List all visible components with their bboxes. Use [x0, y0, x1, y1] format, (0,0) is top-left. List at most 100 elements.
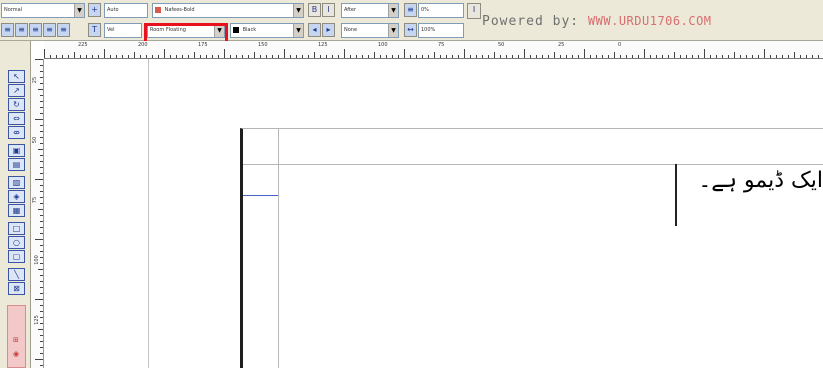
ruler-tick: [158, 55, 159, 58]
ruler-tick: [800, 55, 801, 58]
ruler-tick: [698, 55, 699, 58]
chevron-down-icon: ▼: [293, 24, 303, 37]
align-left-icon[interactable]: ≡: [29, 23, 42, 37]
ruler-tick: [40, 263, 43, 264]
unlink-icon[interactable]: ⇎: [8, 126, 25, 139]
ruler-tick: [40, 335, 43, 336]
link-icon[interactable]: ⇔: [8, 112, 25, 125]
image-icon[interactable]: ▨: [8, 176, 25, 189]
ruler-tick: [482, 55, 483, 58]
ruler-label: 25: [32, 76, 39, 84]
ruler-label: 100: [378, 42, 388, 48]
ruler-tick: [818, 55, 819, 58]
ungroup-icon[interactable]: ▦: [8, 204, 25, 217]
ruler-tick: [40, 107, 43, 108]
color-select-value: Black: [242, 27, 257, 33]
group-icon[interactable]: ◈: [8, 190, 25, 203]
ruler-tick: [794, 52, 795, 58]
scale-select[interactable]: 100%: [418, 23, 464, 38]
rotate-icon[interactable]: ↻: [8, 98, 25, 111]
frame-icon[interactable]: ▣: [8, 144, 25, 157]
ruler-tick: [506, 55, 507, 58]
ruler-tick: [524, 49, 525, 58]
crop-icon[interactable]: ⊠: [8, 282, 25, 295]
indent-icon[interactable]: ≡: [404, 3, 417, 17]
size-select[interactable]: Auto: [104, 3, 148, 18]
text-tool-icon[interactable]: T: [88, 23, 101, 37]
ruler-tick: [40, 143, 43, 144]
blue-guide-line[interactable]: [243, 195, 278, 196]
italic-label: I: [327, 5, 330, 14]
ruler-tick: [608, 55, 609, 58]
size2-select[interactable]: Vel: [104, 23, 142, 38]
ruler-tick: [770, 55, 771, 58]
ellipse-icon[interactable]: ○: [8, 236, 25, 249]
rounded-rect-icon[interactable]: ▢: [8, 250, 25, 263]
scale-icon[interactable]: ↔: [404, 23, 417, 37]
bold-label: B: [311, 5, 318, 14]
shrink-icon[interactable]: ◂: [308, 23, 321, 37]
after-select[interactable]: After ▼: [341, 3, 399, 18]
ruler-tick: [40, 221, 43, 222]
rectangle-icon[interactable]: □: [8, 222, 25, 235]
ruler-tick: [716, 55, 717, 58]
text-box-icon[interactable]: I: [467, 3, 481, 19]
ruler-tick: [92, 55, 93, 58]
ruler-tick: [230, 55, 231, 58]
ruler-tick: [152, 55, 153, 58]
ruler-tick: [176, 55, 177, 58]
ruler-tick: [40, 83, 43, 84]
justify-icon[interactable]: ≡: [43, 23, 56, 37]
ruler-tick: [40, 275, 43, 276]
ruler-tick: [40, 185, 43, 186]
ruler-tick: [266, 55, 267, 58]
ruler-tick: [40, 131, 43, 132]
ruler-tick: [122, 55, 123, 58]
align-right-icon[interactable]: ≡: [1, 23, 14, 37]
powered-by-site: WWW.URDU1706.COM: [587, 14, 712, 28]
ruler-tick: [40, 203, 43, 204]
expand-icon[interactable]: ▸: [322, 23, 335, 37]
ruler-tick: [35, 299, 43, 300]
ruler-tick: [40, 101, 43, 102]
color-select[interactable]: Black ▼: [230, 23, 304, 38]
vertical-ruler[interactable]: 25 50 75 100 125: [31, 59, 44, 368]
ruler-tick: [140, 55, 141, 58]
none-select-value: None: [344, 27, 358, 33]
vertical-guide-line[interactable]: [148, 59, 149, 368]
distribute-icon[interactable]: ≡: [57, 23, 70, 37]
ruler-tick: [38, 149, 43, 150]
pointer-icon[interactable]: ↖: [8, 70, 25, 83]
urdu-keyboard-panel[interactable]: ⊞ ◉: [7, 305, 26, 368]
ruler-label: 50: [498, 42, 505, 48]
percent-select[interactable]: 0%: [418, 3, 464, 18]
ruler-tick: [326, 55, 327, 58]
none-select[interactable]: None ▼: [341, 23, 399, 38]
ruler-tick: [74, 52, 75, 58]
ruler-tick: [656, 55, 657, 58]
ruler-tick: [410, 55, 411, 58]
layer-icon[interactable]: ▤: [8, 158, 25, 171]
select-icon[interactable]: ↗: [8, 84, 25, 97]
document-page[interactable]: یہ ایک ڈیمو ہے۔: [240, 128, 823, 368]
urdu-text[interactable]: یہ ایک ڈیمو ہے۔: [698, 168, 823, 193]
ruler-tick: [68, 55, 69, 58]
italic-button[interactable]: I: [322, 3, 335, 17]
font-select[interactable]: Nafees-Bold ▼: [152, 3, 304, 18]
style-select[interactable]: Normal ▼: [1, 3, 85, 18]
color-swatch-icon: [233, 26, 239, 33]
horizontal-ruler[interactable]: 225 200 175 150 125 100 75 50 25 0: [44, 41, 823, 59]
add-icon[interactable]: +: [88, 3, 101, 17]
ruler-tick: [164, 49, 165, 58]
ruler-tick: [35, 239, 43, 240]
text-frame[interactable]: یہ ایک ڈیمو ہے۔: [675, 164, 823, 226]
ruler-tick: [590, 55, 591, 58]
align-center-icon[interactable]: ≡: [15, 23, 28, 37]
ruler-tick: [788, 55, 789, 58]
canvas[interactable]: یہ ایک ڈیمو ہے۔: [44, 59, 823, 368]
ruler-tick: [40, 341, 43, 342]
ruler-tick: [386, 55, 387, 58]
bold-button[interactable]: B: [308, 3, 321, 17]
ruler-tick: [254, 52, 255, 58]
line-icon[interactable]: ╲: [8, 268, 25, 281]
